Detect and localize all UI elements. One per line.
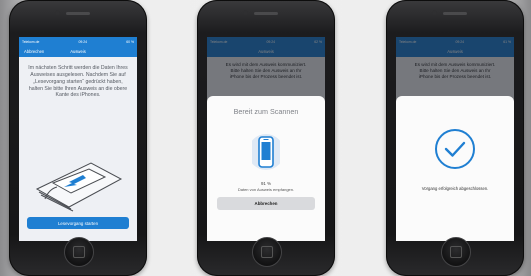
screen-3: Telekom.de 09:24 61 % Ausweis Es wird mi…: [396, 37, 514, 241]
home-button[interactable]: [64, 237, 94, 267]
back-button[interactable]: Abbrechen: [24, 49, 44, 54]
front-camera: [432, 10, 437, 15]
front-camera: [55, 10, 60, 15]
time-label: 09:24: [78, 39, 88, 44]
progress-percent: 91 %: [260, 181, 271, 186]
status-bar: Telekom.de 09:24 60 %: [19, 37, 137, 46]
phone-frame-2: Telekom.de 09:24 62 % Ausweis Es wird mi…: [197, 0, 335, 276]
screen-1: Telekom.de 09:24 60 % Abbrechen Ausweis …: [19, 37, 137, 241]
instruction-text: Im nächsten Schritt werden die Daten Ihr…: [28, 65, 128, 99]
speaker-grille: [66, 12, 90, 15]
speaker-grille: [443, 12, 467, 15]
phone-frame-1: Telekom.de 09:24 60 % Abbrechen Ausweis …: [9, 0, 147, 276]
nav-bar: Abbrechen Ausweis: [19, 46, 137, 57]
home-button[interactable]: [252, 237, 282, 267]
success-sheet: Vorgang erfolgreich abgeschlossen.: [396, 96, 514, 241]
battery-label: 60 %: [126, 39, 134, 44]
nav-title: Ausweis: [70, 49, 86, 54]
front-camera: [243, 10, 248, 15]
checkmark-icon: [435, 129, 475, 169]
success-text: Vorgang erfolgreich abgeschlossen.: [421, 186, 489, 191]
scan-status-text: Daten von Ausweis empfangen.: [237, 187, 295, 192]
cancel-button[interactable]: Abbrechen: [217, 197, 315, 210]
phone-icon: [252, 134, 280, 170]
scan-sheet: Bereit zum Scannen 91 % Daten von Auswei…: [207, 96, 325, 241]
phone-frame-3: Telekom.de 09:24 61 % Ausweis Es wird mi…: [386, 0, 524, 276]
id-card-illustration: [35, 162, 123, 212]
speaker-grille: [254, 12, 278, 15]
screen-2: Telekom.de 09:24 62 % Ausweis Es wird mi…: [207, 37, 325, 241]
home-button[interactable]: [441, 237, 471, 267]
sheet-title: Bereit zum Scannen: [233, 107, 299, 116]
carrier-label: Telekom.de: [22, 39, 40, 44]
start-reading-button[interactable]: Lesevorgang starten: [27, 217, 129, 229]
